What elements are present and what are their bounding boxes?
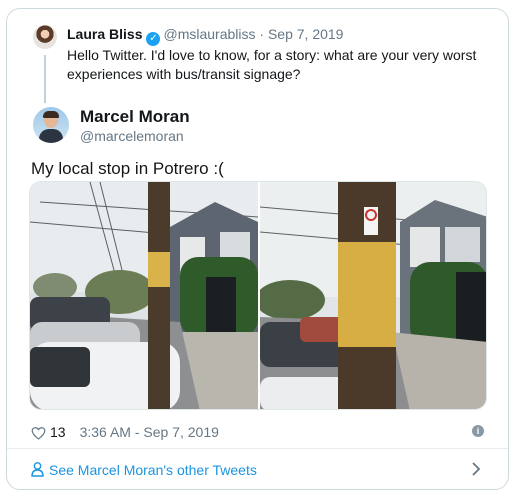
chevron-right-icon[interactable] bbox=[471, 461, 481, 477]
embedded-tweet-card: Laura Bliss ✓ @mslaurabliss · Sep 7, 2019 … bbox=[6, 8, 509, 490]
user-icon bbox=[31, 462, 44, 477]
thread-connector-line bbox=[44, 55, 46, 103]
parent-author-handle[interactable]: @mslaurabliss bbox=[163, 26, 255, 42]
verified-badge-icon: ✓ bbox=[146, 32, 161, 46]
tweet-timestamp[interactable]: 3:36 AM - Sep 7, 2019 bbox=[80, 424, 219, 440]
parent-author-avatar[interactable] bbox=[33, 25, 57, 49]
parent-tweet-date[interactable]: Sep 7, 2019 bbox=[268, 26, 344, 42]
heart-icon[interactable] bbox=[31, 426, 46, 440]
avatar-hair bbox=[43, 111, 59, 118]
tweet-metrics: 13 3:36 AM - Sep 7, 2019 bbox=[31, 423, 219, 441]
see-other-tweets-link[interactable]: See Marcel Moran's other Tweets bbox=[7, 449, 508, 489]
author-name[interactable]: Marcel Moran bbox=[80, 107, 190, 127]
parent-tweet-header: Laura Bliss ✓ @mslaurabliss · Sep 7, 2019 bbox=[67, 25, 343, 46]
parent-tweet-text: Hello Twitter. I'd love to know, for a s… bbox=[67, 47, 477, 82]
info-icon[interactable]: i bbox=[472, 425, 484, 437]
tweet-text: My local stop in Potrero :( bbox=[31, 159, 224, 178]
street-photo-closeup bbox=[260, 182, 486, 409]
photo-grid bbox=[29, 181, 487, 410]
avatar-body bbox=[39, 129, 63, 143]
see-other-tweets-label[interactable]: See Marcel Moran's other Tweets bbox=[49, 462, 257, 478]
street-photo-wide bbox=[30, 182, 258, 409]
tweet-photo-1[interactable] bbox=[30, 182, 258, 409]
like-count[interactable]: 13 bbox=[50, 424, 66, 440]
author-handle[interactable]: @marcelemoran bbox=[80, 128, 184, 144]
meta-separator: · bbox=[259, 26, 265, 42]
parent-author-name[interactable]: Laura Bliss bbox=[67, 26, 142, 42]
tweet-photo-2[interactable] bbox=[260, 182, 486, 409]
author-avatar[interactable] bbox=[33, 107, 69, 143]
